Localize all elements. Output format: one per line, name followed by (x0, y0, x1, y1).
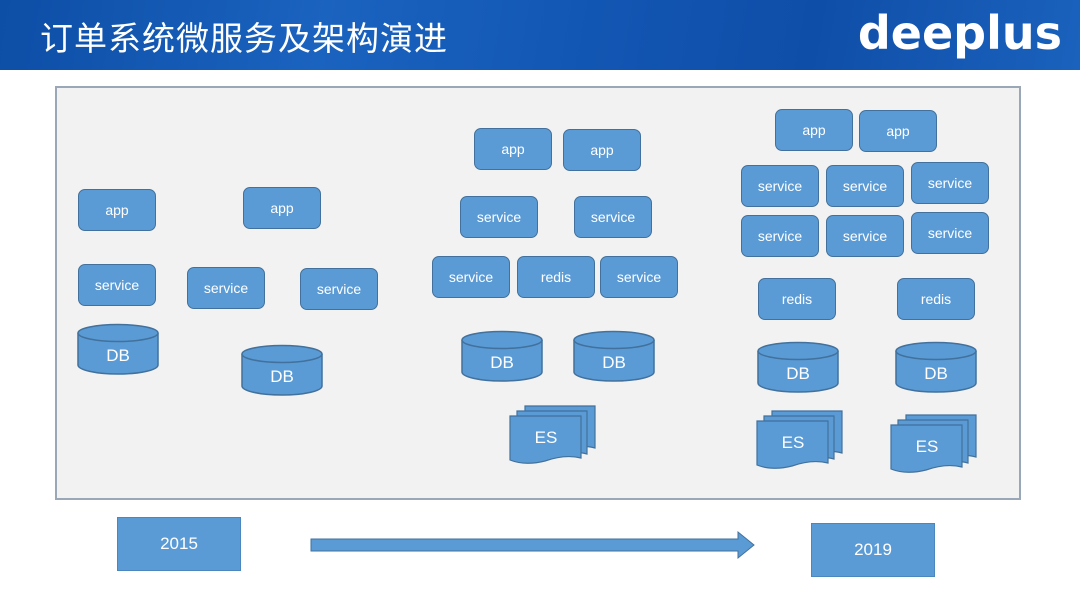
db-label: DB (602, 353, 626, 372)
service-node: service (741, 165, 819, 207)
app-node: app (474, 128, 552, 170)
service-node: service (187, 267, 265, 309)
app-node: app (563, 129, 641, 171)
service-node: service (600, 256, 678, 298)
db-cylinder-icon: DB (76, 323, 160, 375)
timeline-arrow-icon (310, 530, 755, 560)
db-label: DB (786, 364, 810, 383)
redis-node: redis (758, 278, 836, 320)
db-label: DB (106, 346, 130, 365)
db-cylinder-icon: DB (756, 341, 840, 393)
deeplus-logo: deeplus (857, 6, 1062, 60)
slide-header: 订单系统微服务及架构演进 deeplus (0, 0, 1080, 70)
app-node: app (78, 189, 156, 231)
es-multidocument-icon: ES (509, 404, 597, 466)
year-end-box: 2019 (811, 523, 935, 577)
app-node: app (859, 110, 937, 152)
es-multidocument-icon: ES (756, 409, 844, 471)
service-node: service (432, 256, 510, 298)
redis-node: redis (517, 256, 595, 298)
service-node: service (300, 268, 378, 310)
es-label: ES (534, 428, 558, 447)
db-cylinder-icon: DB (460, 330, 544, 382)
db-label: DB (924, 364, 948, 383)
es-label: ES (781, 433, 805, 452)
service-node: service (78, 264, 156, 306)
app-node: app (243, 187, 321, 229)
service-node: service (911, 212, 989, 254)
slide-title: 订单系统微服务及架构演进 (40, 19, 448, 58)
db-label: DB (270, 367, 294, 386)
service-node: service (911, 162, 989, 204)
db-cylinder-icon: DB (572, 330, 656, 382)
es-multidocument-icon: ES (890, 413, 978, 475)
app-node: app (775, 109, 853, 151)
db-cylinder-icon: DB (240, 344, 324, 396)
db-cylinder-icon: DB (894, 341, 978, 393)
year-start-box: 2015 (117, 517, 241, 571)
service-node: service (826, 165, 904, 207)
service-node: service (741, 215, 819, 257)
service-node: service (460, 196, 538, 238)
db-label: DB (490, 353, 514, 372)
redis-node: redis (897, 278, 975, 320)
service-node: service (826, 215, 904, 257)
service-node: service (574, 196, 652, 238)
es-label: ES (915, 437, 939, 456)
